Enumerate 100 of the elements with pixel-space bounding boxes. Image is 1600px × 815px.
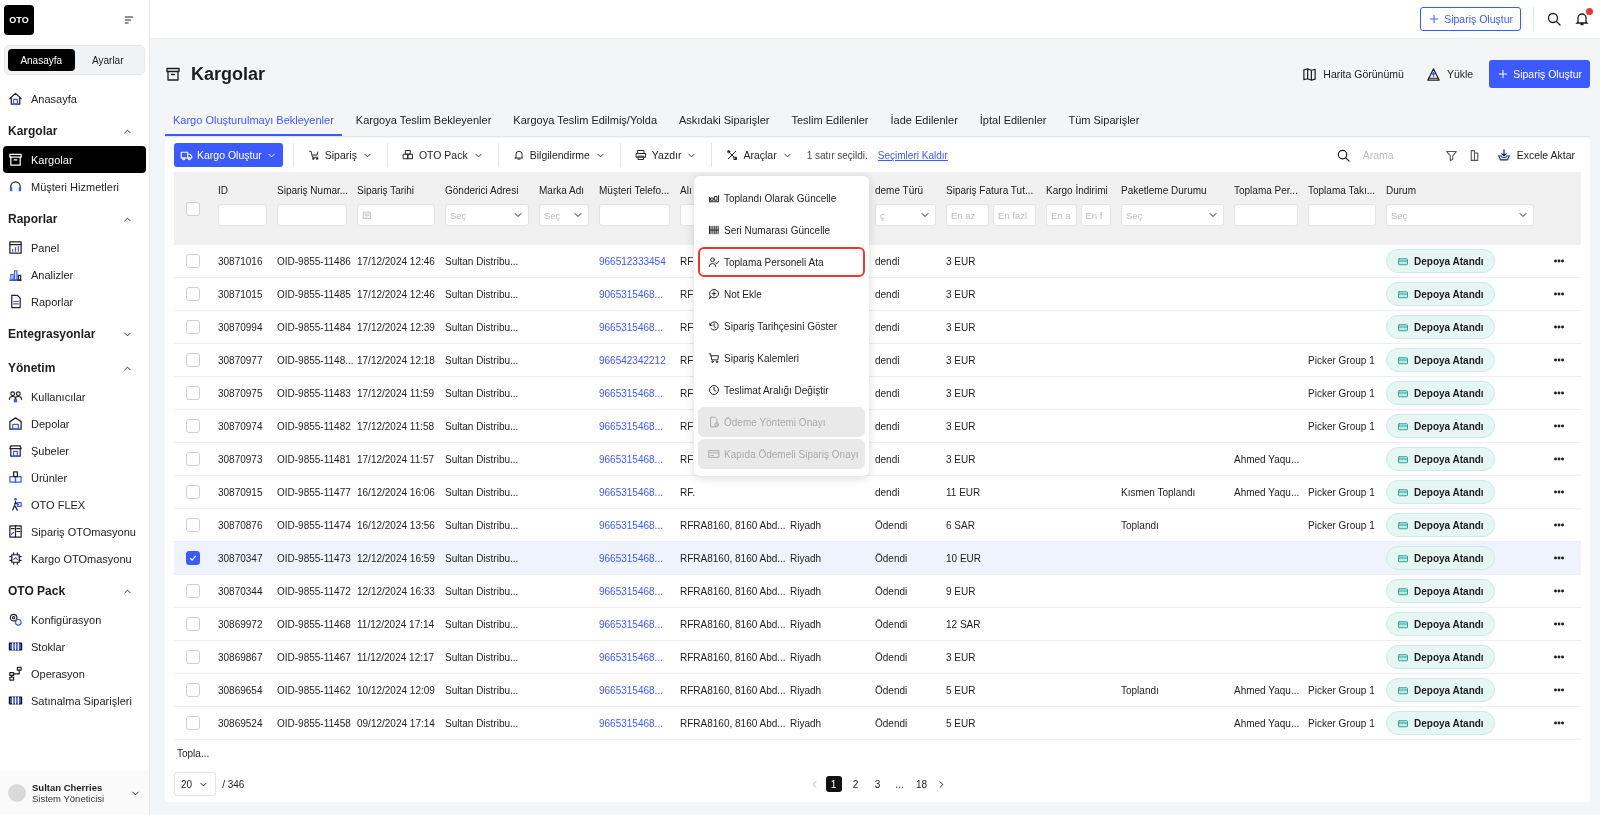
section-header[interactable]: Kargolar [0, 116, 149, 146]
tab[interactable]: Kargoya Teslim Bekleyenler [347, 114, 500, 136]
dropdown-button[interactable]: Sipariş [303, 149, 377, 161]
tab[interactable]: Kargo Oluşturulmayı Bekleyenler [165, 114, 342, 136]
search-field[interactable]: Arama [1360, 148, 1435, 162]
sidebar-item[interactable]: Anasayfa [3, 85, 146, 112]
status-badge: Depoya Atandı [1386, 678, 1495, 702]
sidebar-item[interactable]: Raporlar [3, 288, 146, 315]
action-button[interactable]: Harita Görünümü [1296, 66, 1410, 82]
tab[interactable]: İade Edilenler [882, 114, 966, 136]
phone-link[interactable]: 966512333454 [599, 255, 666, 267]
menu-item[interactable]: Not Ekle [698, 279, 865, 309]
phone-link[interactable]: 9665315468... [599, 651, 663, 663]
search-icon[interactable] [1546, 11, 1562, 27]
date-filter-field[interactable] [357, 204, 435, 226]
filter-field[interactable] [218, 204, 267, 226]
tab[interactable]: Askıdaki Siparişler [671, 114, 778, 136]
mode-tab[interactable]: Ayarlar [74, 49, 141, 71]
tab[interactable]: Teslim Edilenler [783, 114, 877, 136]
phone-link[interactable]: 9665315468... [599, 552, 663, 564]
range-field[interactable]: En f [1080, 204, 1111, 226]
phone-link[interactable]: 9665315468... [599, 684, 663, 696]
create-order-button[interactable]: Sipariş Oluştur [1420, 7, 1521, 31]
phone-link[interactable]: 9665315468... [599, 717, 663, 729]
section-header[interactable]: OTO Pack [0, 576, 149, 606]
select-all-checkbox[interactable] [186, 201, 200, 216]
dropdown-button[interactable]: OTO Pack [397, 149, 488, 161]
filter-field[interactable] [599, 204, 670, 226]
phone-link[interactable]: 9665315468... [599, 387, 663, 399]
status-badge: Depoya Atandı [1386, 249, 1495, 273]
phone-link[interactable]: 9665315468... [599, 321, 663, 333]
sidebar-item[interactable]: Panel [3, 234, 146, 261]
page-size-select[interactable]: 20 [174, 772, 217, 796]
tab[interactable]: İptal Edilenler [971, 114, 1055, 136]
filter-field[interactable] [1234, 204, 1298, 226]
table-cell: 11 EUR [946, 486, 981, 498]
dropdown-button[interactable]: Bilgilendirme [508, 149, 610, 161]
sidebar-item[interactable]: Kullanıcılar [3, 383, 146, 410]
row-checkbox[interactable] [186, 551, 200, 565]
page-button[interactable]: 1 [825, 776, 842, 792]
sidebar-item[interactable]: Kargolar [3, 146, 146, 173]
sidebar-item[interactable]: Müşteri Hizmetleri [3, 173, 146, 200]
tab[interactable]: Tüm Siparişler [1060, 114, 1148, 136]
sidebar-item[interactable]: Analizler [3, 261, 146, 288]
page-button[interactable]: 3 [869, 776, 886, 792]
menu-item[interactable]: Toplandı Olarak Güncelle [698, 183, 865, 213]
table-cell: RF [680, 255, 694, 267]
sidebar-item[interactable]: Stoklar [3, 633, 146, 660]
create-order-button[interactable]: Sipariş Oluştur [1489, 60, 1590, 88]
export-button[interactable]: Excele Aktar [1490, 148, 1581, 162]
phone-link[interactable]: 9665315468... [599, 585, 663, 597]
create-shipment-button[interactable]: Kargo Oluştur [174, 143, 283, 167]
phone-link[interactable]: 9665315468... [599, 486, 663, 498]
table-cell: dendi [875, 486, 900, 498]
sidebar-item[interactable]: Depolar [3, 410, 146, 437]
mode-tab[interactable]: Anasayfa [8, 49, 75, 71]
dropdown-button[interactable]: Araçlar [722, 149, 797, 161]
dropdown-button[interactable]: Yazdır [630, 149, 702, 161]
menu-item[interactable]: Seri Numarası Güncelle [698, 215, 865, 245]
range-field[interactable]: En az [946, 204, 989, 226]
menu-icon[interactable] [123, 14, 135, 26]
menu-item[interactable]: Sipariş Tarihçesini Göster [698, 311, 865, 341]
sidebar-item[interactable]: OTO FLEX [3, 491, 146, 518]
phone-link[interactable]: 9665315468... [599, 453, 663, 465]
phone-link[interactable]: 9665315468... [599, 618, 663, 630]
menu-item[interactable]: Sipariş Kalemleri [698, 343, 865, 373]
range-field[interactable]: En fazl [993, 204, 1036, 226]
section-header[interactable]: Entegrasyonlar [0, 319, 149, 349]
tools-icon [726, 149, 739, 161]
menu-item[interactable]: Toplama Personeli Ata [698, 247, 865, 277]
table-cell: RFRA8160, 8160 Abd... [680, 651, 786, 663]
table-cell: Riyadh [790, 585, 822, 597]
section-header[interactable]: Raporlar [0, 204, 149, 234]
page-button[interactable]: 18 [913, 776, 930, 792]
sidebar-item[interactable]: Ürünler [3, 464, 146, 491]
sidebar-item[interactable]: Satınalma Siparişleri [3, 687, 146, 714]
filter-field[interactable] [277, 204, 347, 226]
section-header[interactable]: Yönetim [0, 353, 149, 383]
phone-link[interactable]: 9665315468... [599, 519, 663, 531]
clear-selection-link[interactable]: Seçimleri Kaldır [877, 149, 948, 161]
range-field[interactable]: En a [1046, 204, 1077, 226]
phone-link[interactable]: 966542342212 [599, 354, 666, 366]
menu-item[interactable]: Teslimat Aralığı Değiştir [698, 375, 865, 405]
filter-field[interactable] [1308, 204, 1376, 226]
sidebar-item[interactable]: Operasyon [3, 660, 146, 687]
tab[interactable]: Kargoya Teslim Edilmiş/Yolda [505, 114, 665, 136]
search-icon[interactable] [1335, 147, 1351, 163]
page-button[interactable]: ... [891, 776, 908, 792]
sidebar-item[interactable]: Şubeler [3, 437, 146, 464]
filter-icon[interactable] [1444, 148, 1458, 162]
phone-link[interactable]: 9665315468... [599, 420, 663, 432]
sidebar-item[interactable]: Konfigürasyon [3, 606, 146, 633]
page-button[interactable]: 2 [847, 776, 864, 792]
bell-icon[interactable] [1574, 11, 1590, 27]
action-button[interactable]: Yükle [1419, 66, 1480, 82]
table-cell: Sultan Distribu... [445, 486, 519, 498]
phone-link[interactable]: 9065315468... [599, 288, 663, 300]
sidebar-item[interactable]: Kargo OTOmasyonu [3, 545, 146, 572]
sidebar-item[interactable]: Sipariş OTOmasyonu [3, 518, 146, 545]
table-cell: 16/12/2024 13:56 [357, 519, 435, 531]
